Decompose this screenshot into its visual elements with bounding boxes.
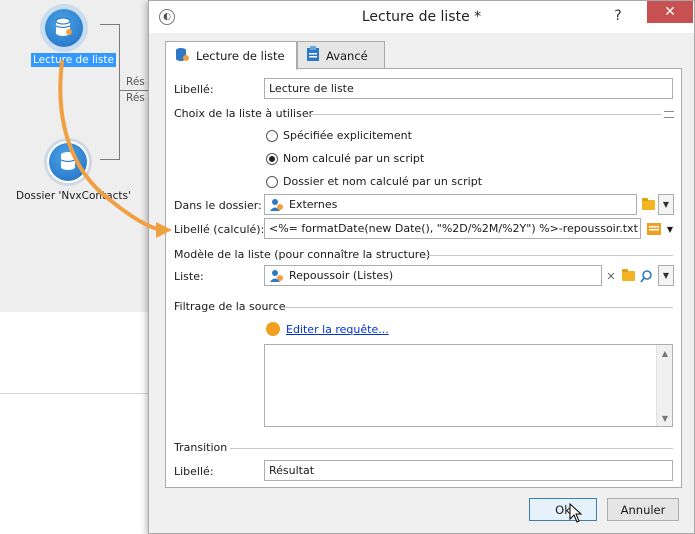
scroll-up-icon[interactable]: ▲ — [657, 345, 673, 361]
section-divider — [282, 307, 673, 308]
libelle-input[interactable]: Lecture de liste — [264, 78, 673, 99]
database-user-icon — [174, 47, 190, 66]
radio-specifiee[interactable]: Spécifiée explicitement — [266, 129, 412, 142]
section-choix-title: Choix de la liste à utiliser — [174, 107, 314, 120]
connector-line — [120, 90, 150, 91]
liste-input[interactable]: Repoussoir (Listes) — [264, 265, 602, 286]
edit-query-link[interactable]: Editer la requête... — [286, 323, 389, 336]
radio-button[interactable] — [266, 175, 278, 188]
transition-label: Libellé: — [174, 465, 214, 478]
folder-node-label[interactable]: Dossier 'NvxContacts' — [16, 190, 131, 202]
section-modele-title: Modèle de la liste (pour connaître la st… — [174, 248, 431, 261]
radio-label: Spécifiée explicitement — [283, 129, 412, 142]
chevron-down-icon[interactable]: ▼ — [662, 221, 678, 237]
dossier-input[interactable]: Externes — [264, 194, 637, 215]
edit-query-row: Editer la requête... — [266, 322, 389, 336]
database-icon — [49, 143, 87, 181]
radio-button[interactable] — [266, 152, 278, 165]
read-list-node[interactable] — [40, 4, 88, 52]
folder-icon[interactable] — [640, 197, 656, 213]
tab-panel: Libellé: Lecture de liste Choix de la li… — [165, 68, 682, 488]
tab-label: Lecture de liste — [196, 49, 285, 63]
link-label: Rés — [126, 76, 145, 88]
liste-value: Repoussoir (Listes) — [289, 269, 394, 282]
libelle-calcule-input[interactable]: <%= formatDate(new Date(), "%2D/%2M/%2Y"… — [264, 218, 641, 239]
section-transition-title: Transition — [174, 441, 228, 454]
search-icon[interactable] — [638, 268, 654, 284]
radio-label: Dossier et nom calculé par un script — [283, 175, 483, 188]
radio-nom-calcule[interactable]: Nom calculé par un script — [266, 152, 424, 165]
read-list-dialog: ◐ Lecture de liste * ? ✕ Lecture de list… — [148, 0, 695, 534]
link-label: Rés — [126, 92, 145, 104]
scrollbar[interactable]: ▲ ▼ — [656, 345, 672, 426]
tab-avance[interactable]: Avancé — [297, 41, 385, 69]
chevron-down-icon[interactable]: ▼ — [658, 265, 674, 286]
section-divider — [230, 448, 673, 449]
section-divider — [308, 114, 662, 115]
radio-button[interactable] — [266, 129, 278, 142]
help-button[interactable]: ? — [604, 5, 632, 27]
ok-button[interactable]: Ok — [529, 498, 597, 521]
title-bar: ◐ Lecture de liste * ? ✕ — [149, 1, 694, 33]
libelle-label: Libellé: — [174, 83, 214, 96]
database-icon — [45, 9, 83, 47]
radio-label: Nom calculé par un script — [283, 152, 425, 165]
connector-line — [100, 24, 120, 160]
liste-label: Liste: — [174, 270, 204, 283]
section-divider — [422, 255, 673, 256]
canvas-divider — [0, 393, 152, 394]
folder-node[interactable] — [44, 138, 92, 186]
clear-icon[interactable]: ✕ — [603, 268, 619, 284]
tab-label: Avancé — [326, 48, 368, 63]
list-users-icon — [269, 268, 285, 284]
mouse-cursor-icon — [569, 502, 583, 526]
libelle-calcule-label: Libellé (calculé): — [174, 223, 265, 236]
query-preview-area[interactable]: ▲ ▼ — [264, 344, 673, 427]
dossier-label: Dans le dossier: — [174, 199, 262, 212]
folder-users-icon — [269, 197, 285, 213]
query-status-icon — [266, 322, 280, 336]
transition-input[interactable]: Résultat — [264, 460, 673, 481]
scroll-down-icon[interactable]: ▼ — [657, 410, 673, 426]
radio-dossier-nom[interactable]: Dossier et nom calculé par un script — [266, 175, 482, 188]
script-editor-icon[interactable] — [646, 221, 662, 237]
tab-lecture-de-liste[interactable]: Lecture de liste — [165, 41, 297, 70]
collapse-icon[interactable] — [664, 111, 674, 118]
folder-icon[interactable] — [620, 268, 636, 284]
canvas-lower — [0, 312, 152, 534]
section-filtrage-title: Filtrage de la source — [174, 300, 286, 313]
chevron-down-icon[interactable]: ▼ — [658, 194, 674, 215]
clipboard-icon — [306, 46, 320, 65]
cancel-button[interactable]: Annuler — [607, 498, 679, 521]
close-button[interactable]: ✕ — [647, 1, 693, 23]
dossier-value: Externes — [289, 198, 338, 211]
